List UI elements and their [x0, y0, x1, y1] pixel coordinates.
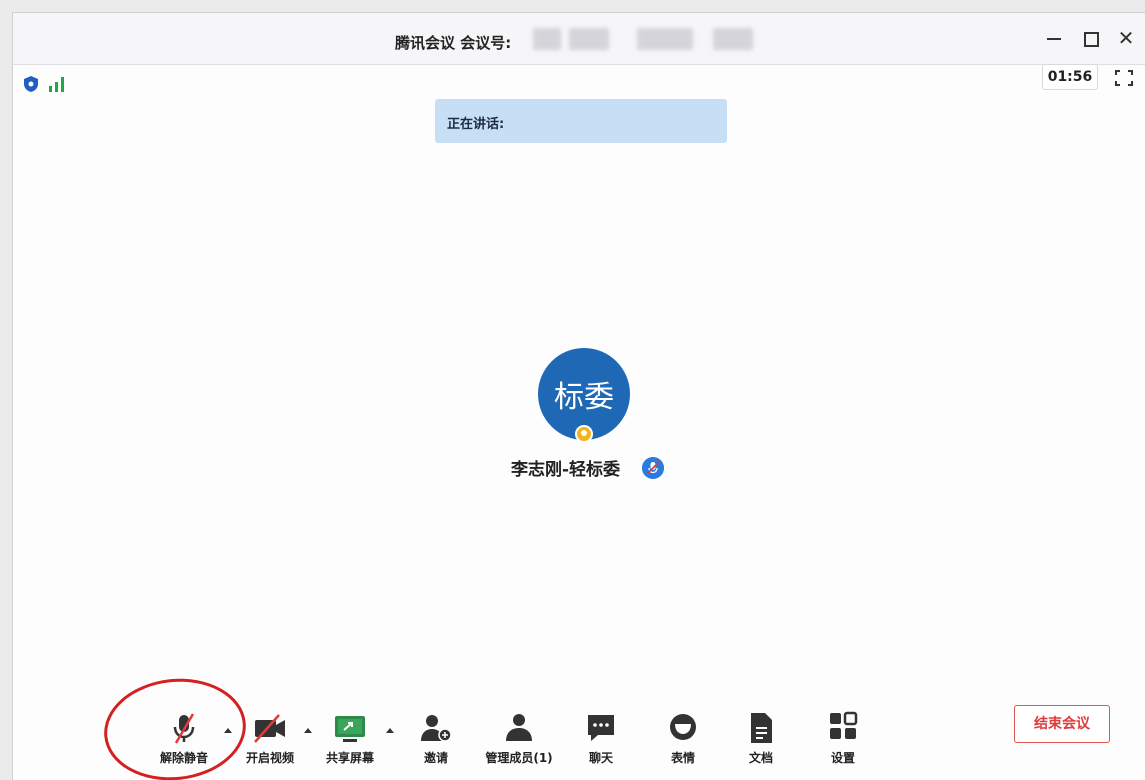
manage-members-button[interactable]: 管理成员(1) — [479, 693, 559, 779]
chat-label: 聊天 — [588, 751, 613, 765]
settings-button[interactable]: 设置 — [821, 693, 865, 779]
fullscreen-icon[interactable] — [1114, 69, 1134, 87]
unmute-button[interactable]: 解除静音 — [149, 693, 219, 779]
participant-name: 李志刚-轻标委 — [511, 460, 621, 480]
documents-button[interactable]: 文档 — [739, 693, 783, 779]
start-video-label: 开启视频 — [245, 751, 294, 765]
speaking-indicator: 正在讲话: — [435, 99, 727, 143]
title-bar: 腾讯会议 会议号: ✕ — [13, 13, 1145, 65]
meeting-id-redacted — [569, 28, 609, 50]
share-options-caret[interactable] — [385, 727, 395, 735]
video-options-caret[interactable] — [303, 727, 313, 735]
documents-label: 文档 — [748, 751, 773, 765]
signal-icon[interactable] — [47, 75, 67, 93]
settings-label: 设置 — [830, 751, 855, 765]
meeting-id-redacted — [713, 28, 753, 50]
mic-muted-icon — [642, 457, 664, 479]
mic-muted-icon — [173, 713, 195, 744]
manage-members-label: 管理成员(1) — [485, 751, 553, 765]
document-icon — [751, 713, 772, 743]
reactions-label: 表情 — [670, 751, 695, 765]
avatar-text: 标委 — [554, 380, 614, 415]
window-title: 腾讯会议 会议号: — [395, 34, 512, 52]
start-video-button[interactable]: 开启视频 — [239, 693, 301, 779]
reactions-button[interactable]: 表情 — [661, 693, 705, 779]
invite-button[interactable]: 邀请 — [413, 693, 459, 779]
unmute-label: 解除静音 — [159, 751, 208, 765]
speaking-label: 正在讲话: — [447, 117, 505, 132]
meeting-timer: 01:56 — [1042, 64, 1098, 90]
share-screen-button[interactable]: 共享屏幕 — [319, 693, 381, 779]
meeting-toolbar: 解除静音 开启视频 共享屏幕 邀请 管理成员(1) 聊天 表情 文档 设置 — [13, 693, 1145, 780]
host-badge-icon — [575, 425, 593, 443]
camera-off-icon — [254, 714, 285, 743]
screen-share-icon — [335, 716, 365, 742]
maximize-button[interactable] — [1077, 25, 1103, 51]
add-user-icon — [421, 715, 452, 742]
meeting-window: 腾讯会议 会议号: ✕ 01:56 正在讲话: 标委 李志刚-轻标委 解除静音 … — [12, 12, 1145, 780]
shield-icon[interactable] — [23, 75, 39, 93]
chat-button[interactable]: 聊天 — [579, 693, 623, 779]
meeting-id-redacted — [533, 28, 561, 50]
chat-icon — [588, 715, 614, 741]
share-screen-label: 共享屏幕 — [325, 751, 374, 765]
invite-label: 邀请 — [423, 751, 448, 765]
grid-icon — [830, 711, 858, 739]
members-icon — [506, 714, 532, 741]
meeting-id-redacted — [637, 28, 693, 50]
smile-icon — [670, 714, 696, 740]
minimize-button[interactable] — [1041, 25, 1067, 51]
end-meeting-button[interactable]: 结束会议 — [1014, 705, 1110, 743]
close-button[interactable]: ✕ — [1113, 25, 1139, 51]
audio-options-caret[interactable] — [223, 727, 233, 735]
